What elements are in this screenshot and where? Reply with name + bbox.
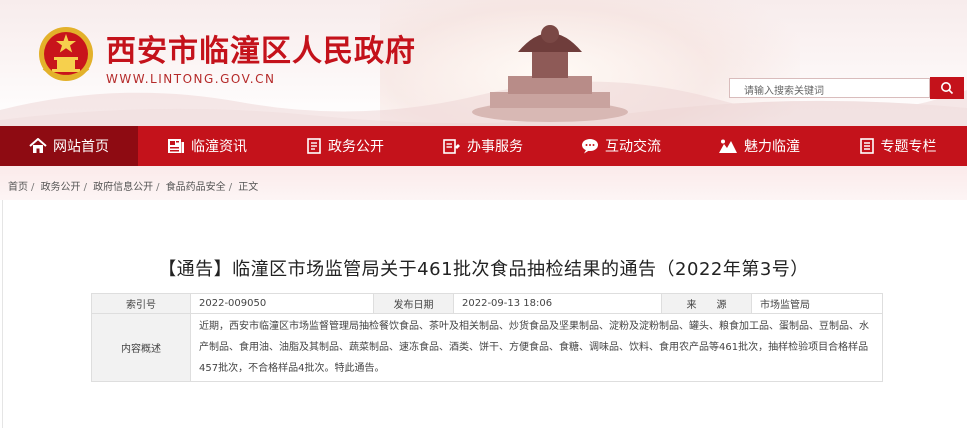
table-row: 索引号 2022-009050 发布日期 2022-09-13 18:06 来 … bbox=[91, 293, 883, 314]
nav-item-label: 临潼资讯 bbox=[191, 139, 247, 155]
table-row: 内容概述 近期，西安市临潼区市场监督管理局抽检餐饮食品、茶叶及相关制品、炒货食品… bbox=[91, 313, 883, 382]
search-button[interactable] bbox=[930, 77, 964, 99]
article-meta-table: 索引号 2022-009050 发布日期 2022-09-13 18:06 来 … bbox=[91, 293, 883, 382]
header-banner: 西安市临潼区人民政府 WWW.LINTONG.GOV.CN 请输入搜索关键词 bbox=[0, 0, 967, 126]
nav-item-services[interactable]: 办事服务 bbox=[414, 126, 552, 166]
summary-value: 近期，西安市临潼区市场监督管理局抽检餐饮食品、茶叶及相关制品、炒货食品及坚果制品… bbox=[190, 313, 883, 382]
nav-item-label: 互动交流 bbox=[605, 139, 661, 155]
list-icon bbox=[859, 138, 874, 154]
nav-item-label: 办事服务 bbox=[467, 139, 523, 155]
nav-item-label: 魅力临潼 bbox=[744, 139, 800, 155]
scenery-icon bbox=[719, 139, 737, 153]
article-title: 【通告】临潼区市场监管局关于461批次食品抽检结果的通告（2022年第3号） bbox=[158, 259, 809, 280]
breadcrumb-home[interactable]: 首页 bbox=[8, 182, 28, 193]
nav-item-charm[interactable]: 魅力临潼 bbox=[690, 126, 828, 166]
document-icon bbox=[307, 138, 321, 154]
index-value: 2022-009050 bbox=[190, 293, 374, 314]
nav-item-label: 专题专栏 bbox=[880, 139, 937, 155]
home-icon bbox=[29, 138, 47, 153]
nav-item-special[interactable]: 专题专栏 bbox=[828, 126, 967, 166]
source-label: 来 源 bbox=[661, 293, 752, 314]
news-icon bbox=[168, 139, 184, 153]
breadcrumb-current: 正文 bbox=[238, 182, 259, 193]
service-icon bbox=[443, 139, 460, 154]
nav-item-interaction[interactable]: 互动交流 bbox=[552, 126, 690, 166]
search-icon bbox=[941, 82, 954, 95]
summary-label: 内容概述 bbox=[91, 313, 191, 382]
site-url: WWW.LINTONG.GOV.CN bbox=[106, 72, 276, 86]
monument-graphic bbox=[472, 25, 628, 122]
nav-item-news[interactable]: 临潼资讯 bbox=[138, 126, 276, 166]
nav-item-label: 网站首页 bbox=[53, 139, 109, 155]
main-nav: 网站首页 临潼资讯 政务公开 办事服务 互动交流 魅力临潼 专题专栏 bbox=[0, 126, 967, 166]
national-emblem-icon bbox=[39, 27, 93, 81]
search-input[interactable]: 请输入搜索关键词 bbox=[729, 78, 930, 98]
nav-item-gov-affairs[interactable]: 政务公开 bbox=[276, 126, 414, 166]
breadcrumb-gov-affairs[interactable]: 政务公开 bbox=[41, 182, 81, 193]
source-value: 市场监管局 bbox=[751, 293, 883, 314]
content-border bbox=[2, 200, 3, 428]
nav-item-home[interactable]: 网站首页 bbox=[0, 126, 138, 166]
breadcrumb-food-safety[interactable]: 食品药品安全 bbox=[166, 182, 226, 193]
breadcrumb: 首页 / 政务公开 / 政府信息公开 / 食品药品安全 / 正文 bbox=[0, 166, 967, 200]
date-value: 2022-09-13 18:06 bbox=[453, 293, 662, 314]
breadcrumb-gov-info[interactable]: 政府信息公开 bbox=[93, 182, 153, 193]
chat-icon bbox=[582, 139, 598, 154]
nav-item-label: 政务公开 bbox=[328, 139, 384, 155]
date-label: 发布日期 bbox=[373, 293, 454, 314]
index-label: 索引号 bbox=[91, 293, 191, 314]
site-title[interactable]: 西安市临潼区人民政府 bbox=[106, 26, 416, 70]
